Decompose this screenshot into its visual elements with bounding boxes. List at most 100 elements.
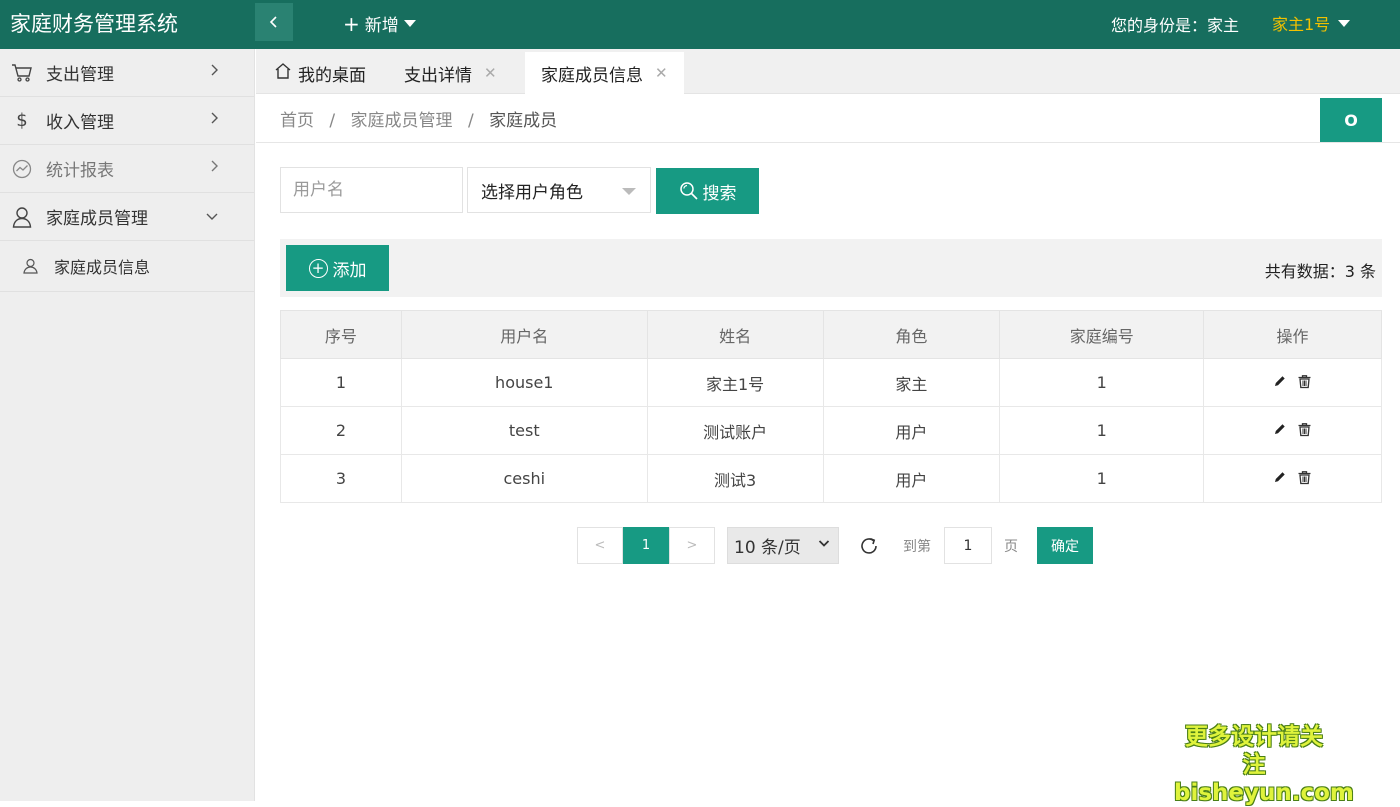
tab-label: 支出详情	[404, 65, 472, 86]
search-button-label: 搜索	[702, 183, 737, 204]
close-icon[interactable]: ✕	[484, 64, 497, 82]
user-menu[interactable]: 家主1号	[1272, 11, 1351, 35]
cell-role: 用户	[822, 406, 1001, 455]
tab-label: 我的桌面	[298, 65, 366, 86]
sidebar-subitem-label: 家庭成员信息	[54, 258, 151, 277]
plus-icon: +	[343, 11, 360, 36]
chevron-down-icon	[818, 536, 830, 552]
search-button[interactable]: 搜索	[656, 168, 759, 214]
add-button-label: 添加	[332, 260, 367, 281]
cell-family-id: 1	[999, 358, 1205, 407]
edit-icon[interactable]	[1273, 470, 1287, 484]
column-header: 操作	[1203, 310, 1382, 359]
total-count: 共有数据：3 条	[1264, 262, 1376, 281]
tab-desktop[interactable]: 我的桌面	[258, 52, 382, 94]
breadcrumb-separator: /	[329, 111, 336, 131]
cell-actions	[1203, 454, 1382, 503]
user-icon	[10, 205, 34, 229]
new-menu[interactable]: + 新增	[343, 11, 416, 36]
edit-icon[interactable]	[1273, 422, 1287, 436]
breadcrumb-parent[interactable]: 家庭成员管理	[351, 111, 453, 131]
role-select[interactable]: 选择用户角色	[467, 167, 651, 213]
chart-icon	[10, 157, 34, 181]
cell-username: house1	[400, 358, 648, 407]
sidebar-item-label: 收入管理	[46, 113, 114, 133]
goto-confirm-button[interactable]: 确定	[1037, 527, 1093, 564]
tab-bar: 我的桌面 支出详情 ✕ 家庭成员信息 ✕	[256, 49, 1400, 94]
sidebar-item-expense[interactable]: 支出管理	[0, 49, 254, 97]
table-row: 3 ceshi 测试3 用户 1	[280, 454, 1382, 503]
app-title: 家庭财务管理系统	[10, 12, 178, 36]
cell-name: 测试3	[646, 454, 824, 503]
dollar-icon: $	[16, 110, 28, 131]
table-header-row: 序号 用户名 姓名 角色 家庭编号 操作	[280, 310, 1382, 359]
breadcrumb-home[interactable]: 首页	[280, 111, 314, 131]
page-size-value: 10 条/页	[734, 538, 801, 558]
collapse-sidebar-button[interactable]	[255, 3, 293, 41]
identity-text: 您的身份是：家主	[1111, 16, 1240, 35]
delete-icon[interactable]	[1297, 374, 1312, 389]
breadcrumb: 首页 / 家庭成员管理 / 家庭成员	[280, 106, 557, 131]
sidebar-item-label: 家庭成员管理	[46, 209, 148, 229]
tab-member-info[interactable]: 家庭成员信息 ✕	[525, 52, 684, 94]
column-header: 姓名	[646, 310, 824, 359]
page-size-select[interactable]: 10 条/页	[727, 527, 839, 564]
sidebar-item-income[interactable]: $ 收入管理	[0, 97, 254, 145]
next-page-button[interactable]: >	[669, 527, 715, 564]
prev-page-button[interactable]: <	[577, 527, 623, 564]
plus-circle-icon: +	[308, 258, 328, 278]
cell-actions	[1203, 406, 1382, 455]
delete-icon[interactable]	[1297, 422, 1312, 437]
role-select-label: 选择用户角色	[481, 182, 583, 203]
cell-family-id: 1	[999, 406, 1205, 455]
cell-index: 2	[280, 406, 402, 455]
cell-role: 用户	[822, 454, 1001, 503]
sidebar: 支出管理 $ 收入管理 统计报表 家庭成员管理 家庭成员信息	[0, 49, 255, 801]
cell-actions	[1203, 358, 1382, 407]
home-icon	[274, 62, 292, 85]
goto-page-input[interactable]: 1	[944, 527, 992, 564]
members-table: 序号 用户名 姓名 角色 家庭编号 操作 1 house1 家主1号 家主 1 …	[280, 310, 1382, 503]
add-member-button[interactable]: + 添加	[286, 245, 389, 291]
column-header: 角色	[822, 310, 1001, 359]
sidebar-item-members[interactable]: 家庭成员管理	[0, 193, 254, 241]
cart-icon	[10, 61, 34, 85]
tab-expense-detail[interactable]: 支出详情 ✕	[388, 52, 513, 94]
chevron-down-icon	[205, 207, 219, 225]
delete-icon[interactable]	[1297, 470, 1312, 485]
watermark-line: 更多设计请关注	[1185, 724, 1323, 778]
chevron-right-icon	[210, 63, 219, 81]
refresh-icon[interactable]	[857, 534, 881, 558]
column-header: 序号	[280, 310, 402, 359]
username-search-input[interactable]	[280, 167, 463, 213]
sidebar-item-label: 支出管理	[46, 65, 114, 85]
cell-role: 家主	[822, 358, 1001, 407]
top-bar: 家庭财务管理系统 + 新增 您的身份是：家主 家主1号	[0, 0, 1400, 49]
chevron-right-icon	[210, 111, 219, 129]
cell-family-id: 1	[999, 454, 1205, 503]
divider	[256, 142, 1400, 143]
refresh-icon: O	[1344, 110, 1358, 130]
goto-label: 到第	[903, 538, 931, 555]
close-icon[interactable]: ✕	[655, 64, 668, 82]
toolbar: + 添加 共有数据：3 条	[280, 239, 1382, 297]
sidebar-item-reports[interactable]: 统计报表	[0, 145, 254, 193]
page-button-current[interactable]: 1	[623, 527, 669, 564]
edit-icon[interactable]	[1273, 374, 1287, 388]
caret-down-icon	[403, 20, 416, 27]
cell-name: 测试账户	[646, 406, 824, 455]
cell-name: 家主1号	[646, 358, 824, 407]
cell-index: 1	[280, 358, 402, 407]
table-row: 1 house1 家主1号 家主 1	[280, 358, 1382, 407]
caret-down-icon	[622, 188, 636, 195]
watermark: 更多设计请关注 bisheyun.com	[1174, 723, 1354, 807]
column-header: 家庭编号	[999, 310, 1205, 359]
cell-index: 3	[280, 454, 402, 503]
sidebar-subitem-member-info[interactable]: 家庭成员信息	[0, 241, 254, 292]
cell-username: test	[400, 406, 648, 455]
chevron-left-icon	[269, 16, 277, 28]
table-row: 2 test 测试账户 用户 1	[280, 406, 1382, 455]
user-name: 家主1号	[1272, 15, 1331, 34]
refresh-button[interactable]: O	[1320, 98, 1382, 142]
watermark-line: bisheyun.com	[1174, 780, 1354, 806]
